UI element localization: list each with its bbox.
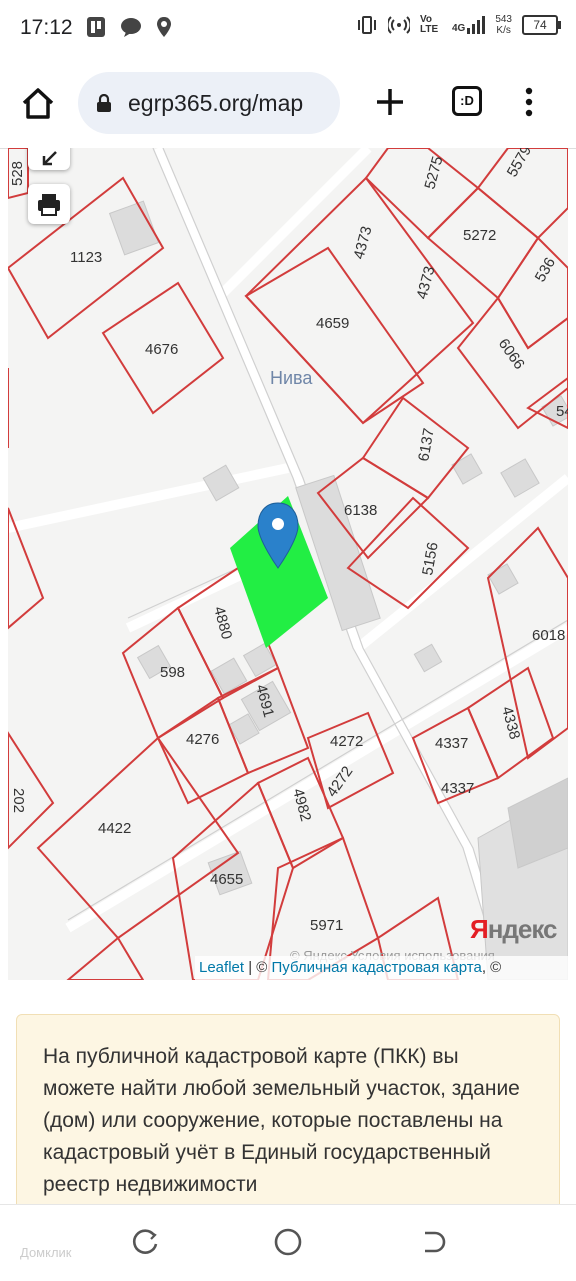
vibrate-icon <box>357 16 376 34</box>
parcel-label: 4880 <box>210 605 235 642</box>
map-attribution: Leaflet | © Публичная кадастровая карта,… <box>195 956 568 980</box>
parcel-label: 4337 <box>441 780 474 797</box>
status-time: 17:12 <box>20 16 73 39</box>
parcel-label: 4659 <box>316 315 349 332</box>
parcel-label: 4982 <box>289 787 314 824</box>
yandex-logo-y: Я <box>470 914 489 944</box>
chat-icon <box>121 18 141 37</box>
parcel-label: 5272 <box>463 227 496 244</box>
parcel-label: 4373 <box>413 264 438 301</box>
more-vert-icon[interactable] <box>522 86 536 118</box>
parcel-label: 4276 <box>186 731 219 748</box>
info-text: На публичной кадастровой карте (ПКК) вы … <box>43 1045 520 1196</box>
domclick-watermark: Домклик <box>20 1245 72 1260</box>
fullscreen-button[interactable] <box>28 148 70 170</box>
home-icon[interactable] <box>18 84 58 124</box>
parcel-label: 4655 <box>210 871 243 888</box>
network-type: 4G <box>451 23 466 34</box>
location-icon <box>157 17 171 37</box>
network-speed: 543 K/s <box>495 14 512 36</box>
volte-label: Vo LTE <box>419 14 439 35</box>
home-circle-icon[interactable] <box>273 1227 303 1257</box>
collapse-arrow-icon <box>42 151 57 166</box>
speed-value: 543 <box>495 14 512 25</box>
status-right: Vo LTE 4G 543 K/s 74 <box>356 14 561 36</box>
pkk-link[interactable]: Публичная кадастровая карта <box>272 959 482 976</box>
parcel-label: 5579 <box>504 148 535 180</box>
parcel-label: 54 <box>556 403 568 420</box>
parcel-label: 6137 <box>415 427 438 463</box>
parcel-label: 4272 <box>330 733 363 750</box>
back-icon[interactable] <box>417 1227 447 1257</box>
info-box: На публичной кадастровой карте (ПКК) вы … <box>16 1014 560 1214</box>
app-notification-icon <box>87 17 105 37</box>
printer-icon <box>38 194 60 216</box>
place-label: Нива <box>270 368 313 388</box>
parcel-label: 5275 <box>421 154 446 191</box>
parcel-label: 4422 <box>98 820 131 837</box>
parcel-label: 4373 <box>350 224 375 261</box>
parcel-label: 4337 <box>435 735 468 752</box>
parcel-label: 598 <box>160 664 185 681</box>
parcel-label: 536 <box>532 255 559 285</box>
tab-switcher-button[interactable]: :D <box>452 86 482 116</box>
print-button[interactable] <box>28 184 70 224</box>
battery-indicator: 74 <box>522 15 561 35</box>
signal-group: 4G <box>451 16 486 34</box>
leaflet-link[interactable]: Leaflet <box>199 959 244 976</box>
new-tab-plus-icon[interactable] <box>374 86 406 118</box>
status-bar: 17:12 Vo LTE 4G 543 K/s 74 <box>0 0 576 58</box>
attribution-tail: , © <box>481 959 502 976</box>
lock-icon <box>97 94 111 112</box>
parcel-label: 1123 <box>70 249 102 266</box>
url-text: egrp365.org/map <box>128 90 304 116</box>
cadastral-map[interactable]: 5275 5579 5272 4373 4373 536 1123 4659 6… <box>8 148 568 980</box>
yandex-logo: Яндекс <box>470 914 557 945</box>
parcel-label: 528 <box>9 161 26 186</box>
signal-icon <box>467 16 486 34</box>
parcel-label: 4338 <box>498 705 523 742</box>
parcel-label: 6018 <box>532 627 565 644</box>
parcel-label: 5971 <box>310 917 343 934</box>
parcel-label: 6138 <box>344 502 377 519</box>
notification-icons <box>86 16 172 38</box>
attribution-separator: | © <box>244 959 272 976</box>
map-canvas[interactable]: 5275 5579 5272 4373 4373 536 1123 4659 6… <box>8 148 568 980</box>
hotspot-icon <box>387 16 410 34</box>
parcel-label: 202 <box>10 788 27 813</box>
parcel-label: 4676 <box>145 341 178 358</box>
system-nav-bar: Домклик <box>0 1204 576 1281</box>
yandex-logo-rest: ндекс <box>487 914 558 944</box>
speed-unit: K/s <box>496 25 511 36</box>
address-bar[interactable]: egrp365.org/map <box>78 72 340 134</box>
recent-apps-icon[interactable] <box>130 1227 160 1257</box>
parcel-label: 5156 <box>419 541 442 577</box>
browser-toolbar: egrp365.org/map :D <box>0 58 576 149</box>
